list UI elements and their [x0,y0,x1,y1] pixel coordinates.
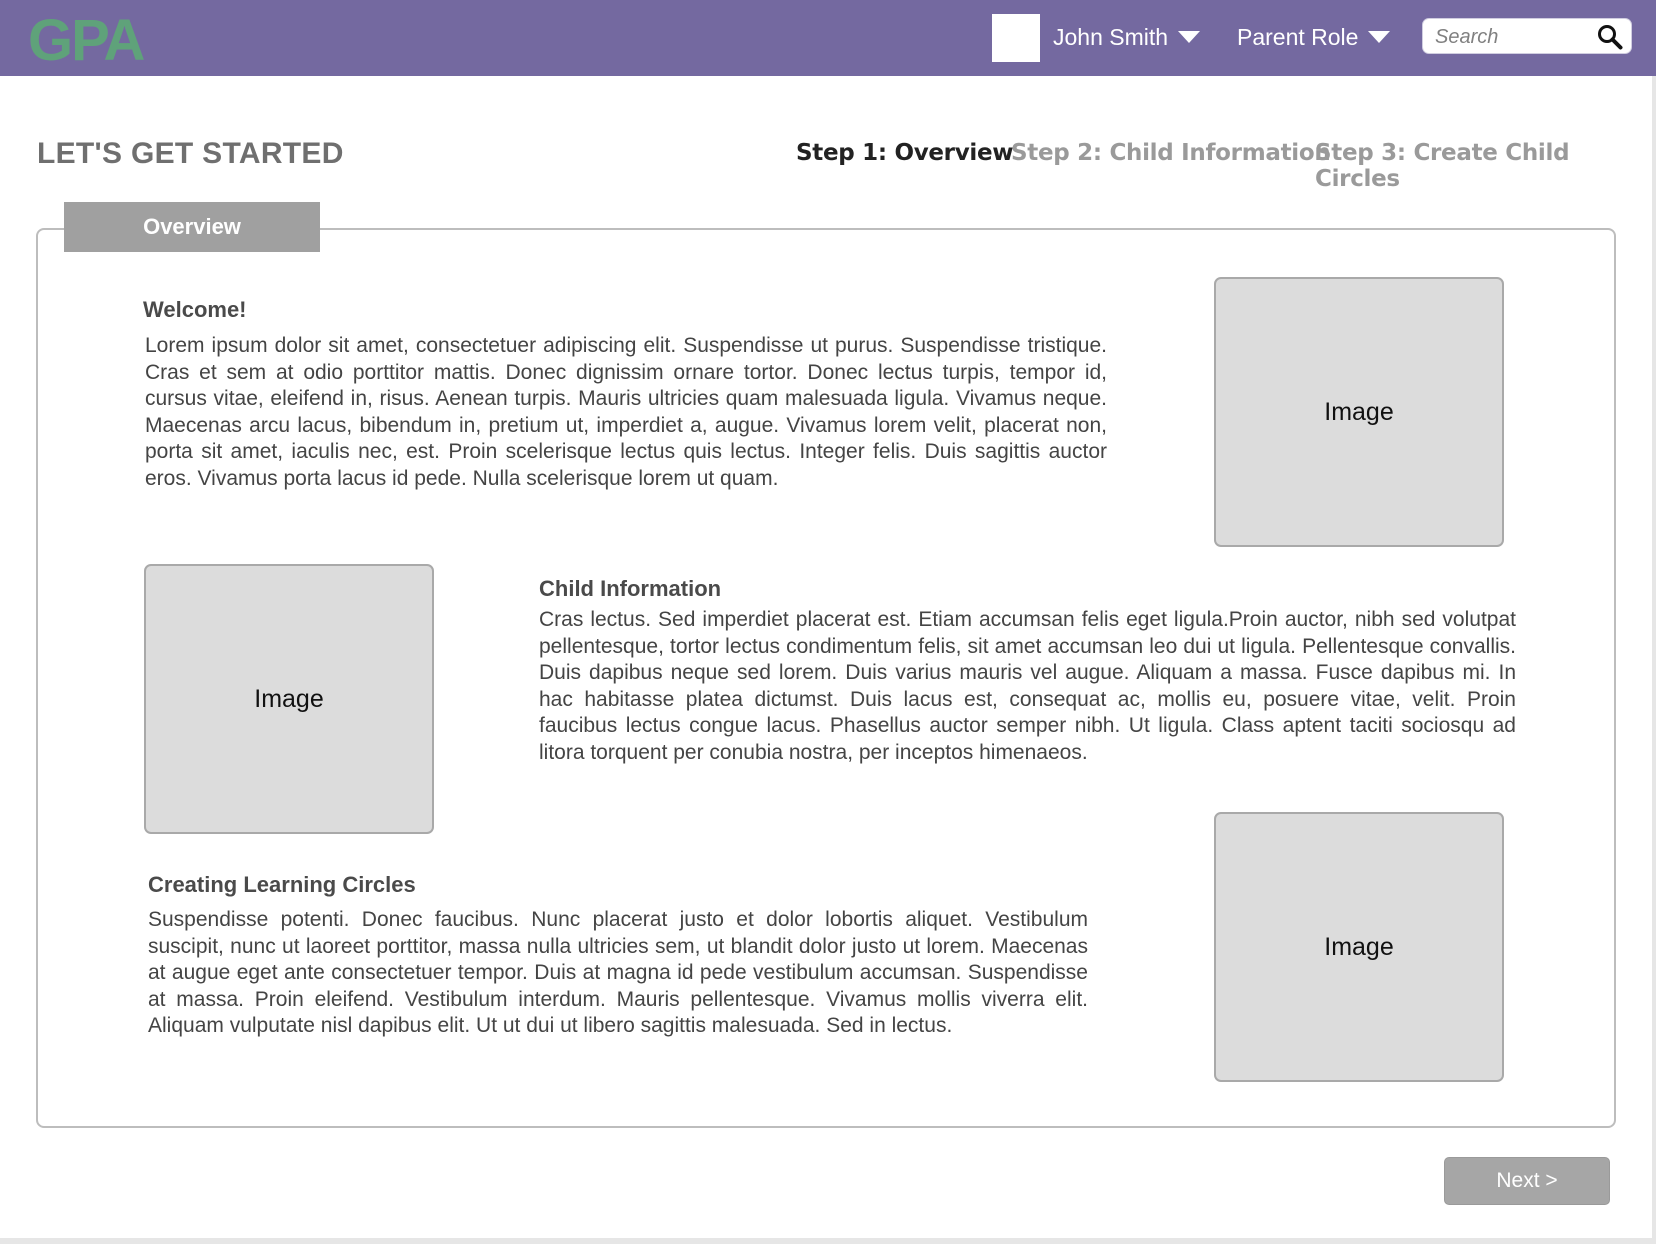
welcome-text: Lorem ipsum dolor sit amet, consectetuer… [145,334,1107,490]
role-menu[interactable]: Parent Role [1237,22,1391,52]
divider [1652,76,1656,1244]
chevron-down-icon [1178,31,1201,43]
search-icon[interactable] [1597,24,1623,50]
step-overview[interactable]: Step 1: Overview [796,140,1014,166]
learning-circles-heading: Creating Learning Circles [148,872,416,897]
svg-text:GPA: GPA [28,10,144,68]
user-name: John Smith [1053,24,1169,50]
image-placeholder: Image [1214,812,1504,1082]
image-placeholder: Image [144,564,434,834]
search-input[interactable] [1433,23,1587,51]
child-information-heading: Child Information [539,576,722,601]
welcome-heading: Welcome! [143,297,247,322]
avatar[interactable] [992,14,1040,62]
page-title: LET'S GET STARTED [37,137,344,170]
tab-overview[interactable]: Overview [64,202,320,252]
step-create-child-circles[interactable]: Step 3: Create Child Circles [1315,140,1656,192]
child-information-text: Cras lectus. Sed imperdiet placerat est.… [539,608,1516,764]
search-box [1422,18,1632,54]
image-placeholder: Image [1214,277,1504,547]
next-button[interactable]: Next > [1444,1157,1610,1205]
chevron-down-icon [1368,31,1391,43]
step-child-information[interactable]: Step 2: Child Information [1011,140,1331,166]
gpa-logo[interactable]: GPA [28,10,196,68]
role-name: Parent Role [1237,24,1359,50]
image-label: Image [1324,397,1394,426]
learning-circles-text: Suspendisse potenti. Donec faucibus. Nun… [148,908,1088,1038]
user-menu[interactable]: John Smith [1053,22,1201,52]
top-nav-bar: GPA John Smith Parent Role [0,0,1656,76]
divider [0,1238,1656,1244]
image-label: Image [1324,932,1394,961]
image-label: Image [254,684,324,713]
